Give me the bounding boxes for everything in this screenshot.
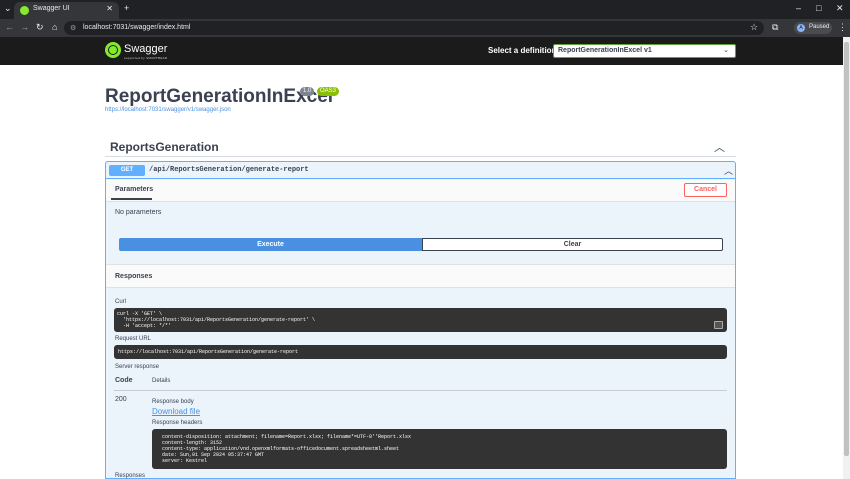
clear-button[interactable]: Clear	[422, 238, 723, 251]
parameters-header: Parameters Cancel	[106, 180, 735, 202]
response-headers-block[interactable]: content-disposition: attachment; filenam…	[152, 429, 727, 469]
curl-code-block[interactable]: curl -X 'GET' \ 'https://localhost:7031/…	[114, 308, 727, 332]
status-code: 200	[115, 396, 127, 403]
request-url-block[interactable]: https://localhost:7031/api/ReportsGenera…	[114, 345, 727, 359]
maximize-icon[interactable]: □	[816, 3, 821, 13]
cancel-button[interactable]: Cancel	[684, 183, 727, 197]
chevron-up-icon[interactable]: ︿	[714, 139, 725, 155]
oas-badge: OAS3	[317, 87, 340, 96]
request-url-label: Request URL	[115, 336, 152, 342]
api-title: ReportGenerationInExcel	[105, 86, 334, 107]
swagger-logo-icon[interactable]	[105, 42, 121, 58]
extensions-icon[interactable]: ⧉	[772, 22, 778, 33]
home-icon[interactable]: ⌂	[52, 22, 57, 32]
operation-path: /api/ReportsGeneration/generate-report	[149, 166, 309, 174]
close-window-icon[interactable]: ✕	[836, 3, 844, 14]
tab-title: Swagger UI	[33, 5, 70, 12]
browser-tab-bar: ⌄ Swagger UI ✕ + – □ ✕	[0, 0, 850, 19]
details-column-header: Details	[152, 378, 171, 384]
browser-tab[interactable]: Swagger UI ✕	[14, 2, 119, 19]
operation-block: GET /api/ReportsGeneration/generate-repo…	[105, 161, 736, 479]
server-response-label: Server response	[115, 364, 160, 370]
swagger-logo-text: Swagger	[124, 43, 168, 55]
definition-select-value: ReportGenerationInExcel v1	[558, 47, 652, 54]
definition-select[interactable]: ReportGenerationInExcel v1 ⌄	[553, 44, 736, 58]
code-column-header: Code	[115, 377, 133, 384]
tab-search-icon[interactable]: ⌄	[4, 3, 12, 14]
swagger-logo-subtitle: supported by SMARTBEAR	[124, 56, 168, 60]
address-url: localhost:7031/swagger/index.html	[83, 24, 191, 31]
tab-close-icon[interactable]: ✕	[106, 4, 113, 13]
spec-url-link[interactable]: https://localhost:7031/swagger/v1/swagge…	[105, 107, 231, 113]
tab-parameters[interactable]: Parameters	[115, 186, 153, 193]
definition-label: Select a definition	[488, 46, 557, 55]
profile-status: Paused	[809, 24, 830, 30]
no-parameters-text: No parameters	[115, 209, 162, 216]
profile-button[interactable]: A Paused	[794, 22, 832, 34]
browser-toolbar: ← → ↻ ⌂ ⚙ localhost:7031/swagger/index.h…	[0, 19, 850, 37]
response-body-label: Response body	[152, 399, 194, 405]
responses-title: Responses	[115, 273, 153, 280]
address-bar[interactable]: ⚙ localhost:7031/swagger/index.html	[64, 21, 764, 35]
curl-label: Curl	[115, 299, 127, 305]
swagger-favicon-icon	[20, 6, 29, 15]
divider	[114, 390, 727, 391]
responses-header: Responses	[106, 264, 735, 288]
back-icon[interactable]: ←	[5, 22, 14, 32]
method-badge: GET	[109, 165, 145, 176]
download-file-link[interactable]: Download file	[152, 407, 200, 416]
scrollbar-thumb[interactable]	[844, 42, 849, 456]
bookmark-star-icon[interactable]: ☆	[750, 22, 758, 33]
version-badge: 1.0	[300, 87, 315, 96]
divider	[105, 156, 736, 157]
chevron-up-icon[interactable]: ︿	[724, 164, 733, 177]
avatar: A	[797, 24, 805, 32]
forward-icon[interactable]: →	[20, 22, 29, 32]
swagger-topbar: Swagger supported by SMARTBEAR Select a …	[0, 37, 843, 65]
response-headers-label: Response headers	[152, 420, 203, 426]
reload-icon[interactable]: ↻	[36, 22, 44, 33]
site-info-icon[interactable]: ⚙	[70, 24, 76, 32]
tab-underline	[111, 198, 152, 200]
execute-button[interactable]: Execute	[119, 238, 422, 251]
operation-summary[interactable]: GET /api/ReportsGeneration/generate-repo…	[106, 162, 735, 179]
responses-footer-title: Responses	[115, 473, 146, 479]
chevron-down-icon: ⌄	[723, 47, 729, 54]
copy-icon[interactable]	[714, 321, 723, 329]
tag-title[interactable]: ReportsGeneration	[110, 140, 219, 154]
more-menu-icon[interactable]: ⋮	[838, 22, 847, 33]
new-tab-button[interactable]: +	[124, 3, 129, 13]
minimize-icon[interactable]: –	[796, 3, 801, 13]
